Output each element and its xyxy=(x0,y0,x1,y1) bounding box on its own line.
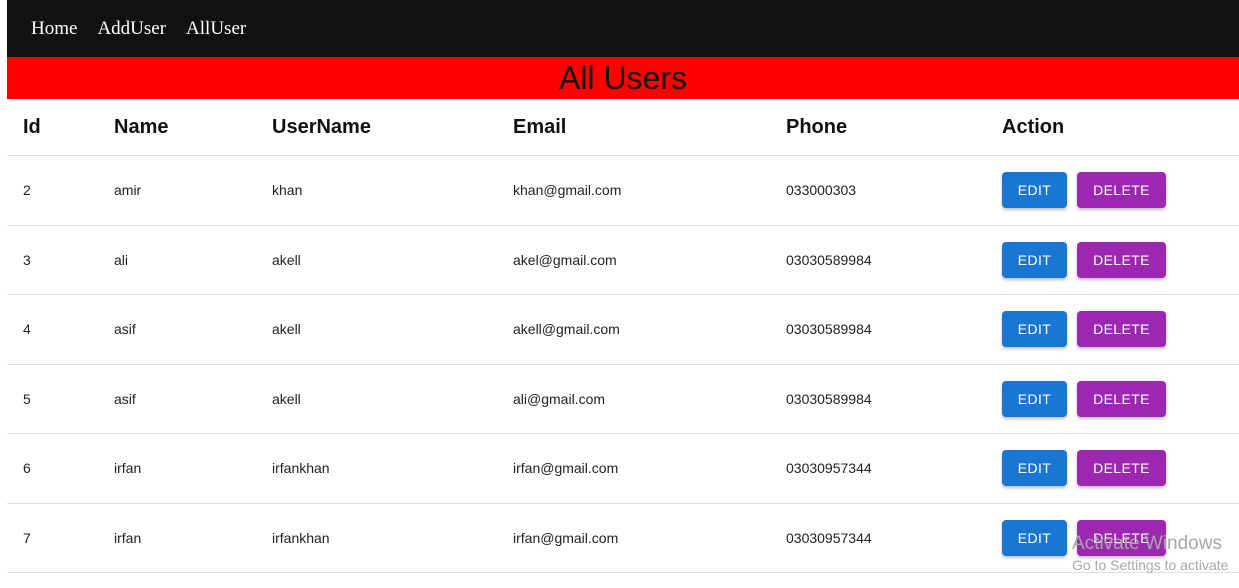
header-id: Id xyxy=(23,115,41,138)
cell-action: EDIT DELETE xyxy=(1002,156,1166,225)
cell-phone: 03030957344 xyxy=(786,529,872,546)
cell-id: 7 xyxy=(23,529,31,546)
page-banner: All Users xyxy=(7,57,1239,99)
cell-phone: 03030589984 xyxy=(786,390,872,407)
cell-username: khan xyxy=(272,182,303,199)
cell-name: amir xyxy=(114,182,142,199)
header-email: Email xyxy=(513,115,567,138)
table-header-row: Id Name UserName Email Phone Action xyxy=(7,99,1239,156)
table-row: 4 asif akell akell@gmail.com 03030589984… xyxy=(7,295,1239,365)
cell-name: ali xyxy=(114,251,129,268)
cell-phone: 033000303 xyxy=(786,182,857,199)
edit-button[interactable]: EDIT xyxy=(1002,172,1067,209)
cell-id: 4 xyxy=(23,321,31,338)
cell-email: akel@gmail.com xyxy=(513,251,617,268)
cell-email: irfan@gmail.com xyxy=(513,529,619,546)
cell-email: irfan@gmail.com xyxy=(513,460,619,477)
cell-id: 5 xyxy=(23,390,31,407)
page-title: All Users xyxy=(558,60,687,96)
delete-button[interactable]: DELETE xyxy=(1077,241,1166,278)
cell-name: irfan xyxy=(114,529,142,546)
cell-username: irfankhan xyxy=(272,460,330,477)
delete-button[interactable]: DELETE xyxy=(1077,311,1166,348)
cell-action: EDIT DELETE xyxy=(1002,504,1166,573)
delete-button[interactable]: DELETE xyxy=(1077,380,1166,417)
table-row: 3 ali akell akel@gmail.com 03030589984 E… xyxy=(7,226,1239,295)
cell-username: akell xyxy=(272,321,301,338)
cell-id: 3 xyxy=(23,251,31,268)
cell-action: EDIT DELETE xyxy=(1002,365,1166,434)
cell-username: akell xyxy=(272,390,301,407)
table-row: 7 irfan irfankhan irfan@gmail.com 030309… xyxy=(7,504,1239,573)
cell-email: khan@gmail.com xyxy=(513,182,622,199)
cell-name: asif xyxy=(114,390,136,407)
delete-button[interactable]: DELETE xyxy=(1077,519,1166,556)
cell-name: asif xyxy=(114,321,136,338)
edit-button[interactable]: EDIT xyxy=(1002,241,1067,278)
delete-button[interactable]: DELETE xyxy=(1077,450,1166,487)
cell-phone: 03030957344 xyxy=(786,460,872,477)
cell-email: ali@gmail.com xyxy=(513,390,606,407)
navbar: Home AddUser AllUser xyxy=(7,0,1239,57)
nav-alluser-link[interactable]: AllUser xyxy=(186,18,246,40)
cell-name: irfan xyxy=(114,460,142,477)
cell-action: EDIT DELETE xyxy=(1002,434,1166,503)
cell-phone: 03030589984 xyxy=(786,251,872,268)
edit-button[interactable]: EDIT xyxy=(1002,380,1067,417)
header-phone: Phone xyxy=(786,115,848,138)
header-name: Name xyxy=(114,115,169,138)
edit-button[interactable]: EDIT xyxy=(1002,519,1067,556)
edit-button[interactable]: EDIT xyxy=(1002,450,1067,487)
delete-button[interactable]: DELETE xyxy=(1077,172,1166,209)
cell-username: akell xyxy=(272,251,301,268)
nav-home-link[interactable]: Home xyxy=(31,18,77,40)
header-action: Action xyxy=(1002,115,1065,138)
cell-id: 2 xyxy=(23,182,31,199)
edit-button[interactable]: EDIT xyxy=(1002,311,1067,348)
cell-username: irfankhan xyxy=(272,529,330,546)
table-row: 2 amir khan khan@gmail.com 033000303 EDI… xyxy=(7,156,1239,226)
table-row: 5 asif akell ali@gmail.com 03030589984 E… xyxy=(7,365,1239,434)
table-row: 6 irfan irfankhan irfan@gmail.com 030309… xyxy=(7,434,1239,504)
nav-adduser-link[interactable]: AddUser xyxy=(97,18,166,40)
cell-phone: 03030589984 xyxy=(786,321,872,338)
cell-action: EDIT DELETE xyxy=(1002,295,1166,364)
header-username: UserName xyxy=(272,115,371,138)
cell-id: 6 xyxy=(23,460,31,477)
users-table: Id Name UserName Email Phone Action 2 am… xyxy=(7,99,1239,573)
cell-email: akell@gmail.com xyxy=(513,321,620,338)
cell-action: EDIT DELETE xyxy=(1002,226,1166,295)
